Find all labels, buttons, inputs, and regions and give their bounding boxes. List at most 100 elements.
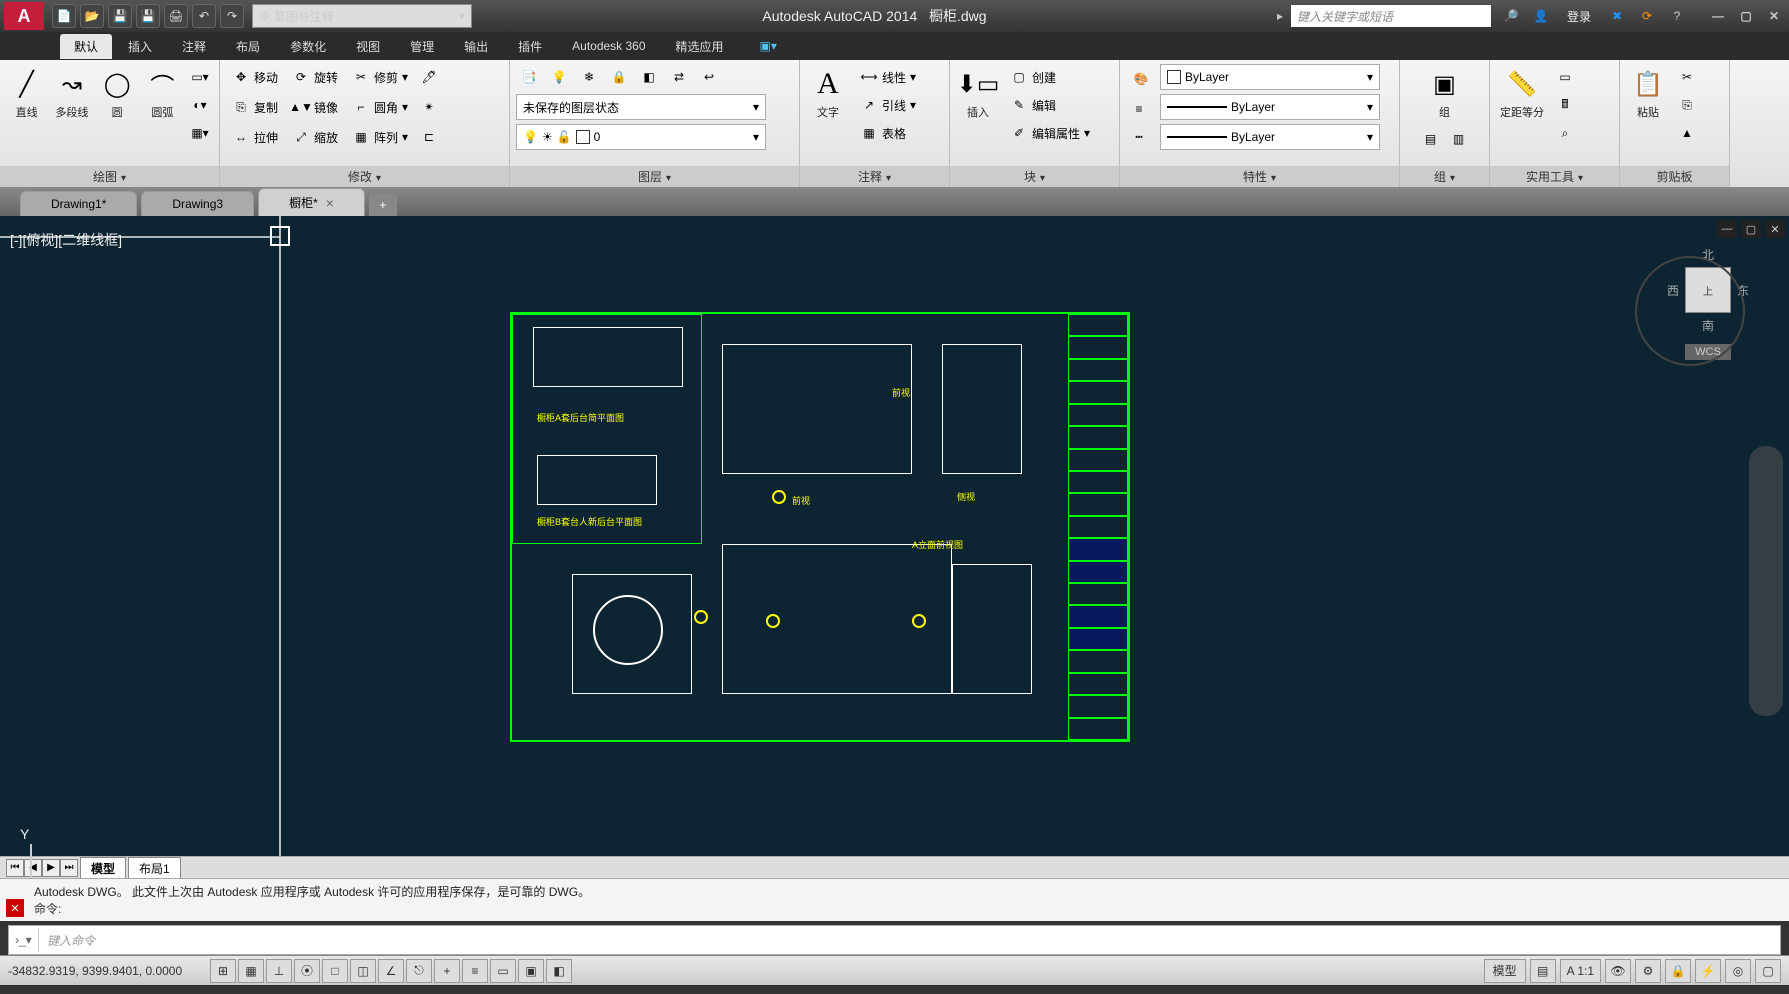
tab-layout[interactable]: 布局 bbox=[222, 34, 274, 59]
panel-title-utilities[interactable]: 实用工具▾ bbox=[1490, 166, 1619, 187]
model-space-button[interactable]: 模型 bbox=[1484, 959, 1526, 983]
arrow-right-icon[interactable]: ▸ bbox=[1277, 9, 1283, 23]
layout-tab-layout1[interactable]: 布局1 bbox=[128, 857, 181, 879]
clean-screen-icon[interactable]: ▢ bbox=[1755, 959, 1781, 983]
panel-title-block[interactable]: 块▾ bbox=[950, 166, 1119, 187]
array-button[interactable]: ▦阵列▾ bbox=[346, 124, 414, 150]
saveas-icon[interactable]: 💾 bbox=[136, 4, 160, 28]
isolate-icon[interactable]: ◎ bbox=[1725, 959, 1751, 983]
hatch-icon[interactable]: ▦▾ bbox=[187, 120, 213, 146]
tpy-icon[interactable]: ▭ bbox=[490, 959, 516, 983]
undo-icon[interactable]: ↶ bbox=[192, 4, 216, 28]
command-close-icon[interactable]: ✕ bbox=[6, 899, 24, 917]
qp-icon[interactable]: ▣ bbox=[518, 959, 544, 983]
tab-default[interactable]: 默认 bbox=[60, 34, 112, 59]
help-icon[interactable]: ? bbox=[1667, 6, 1687, 26]
panel-title-annotate[interactable]: 注释▾ bbox=[800, 166, 949, 187]
tab-output[interactable]: 输出 bbox=[450, 34, 502, 59]
layer-freeze-icon[interactable]: ❄ bbox=[576, 64, 602, 90]
viewport-min-icon[interactable]: — bbox=[1717, 220, 1737, 238]
current-layer-dropdown[interactable]: 💡☀🔓 0▾ bbox=[516, 124, 766, 150]
calc-icon[interactable]: 🖩 bbox=[1552, 92, 1578, 118]
erase-icon[interactable]: 🖊 bbox=[416, 64, 442, 90]
move-button[interactable]: ✥移动 bbox=[226, 64, 284, 90]
exchange-icon[interactable]: ✖ bbox=[1607, 6, 1627, 26]
snap-icon[interactable]: ⊞ bbox=[210, 959, 236, 983]
linetype-icon[interactable]: ┅ bbox=[1126, 124, 1152, 150]
command-input-icon[interactable]: ›_▾ bbox=[9, 928, 39, 952]
panel-title-properties[interactable]: 特性▾ bbox=[1120, 166, 1399, 187]
help-search-input[interactable]: 键入关键字或短语 bbox=[1291, 5, 1491, 27]
paste-button[interactable]: 📋粘贴 bbox=[1626, 64, 1670, 122]
tab-parametric[interactable]: 参数化 bbox=[276, 34, 340, 59]
create-block-button[interactable]: ▢创建 bbox=[1004, 64, 1096, 90]
minimize-icon[interactable]: — bbox=[1707, 6, 1729, 26]
close-tab-icon[interactable]: × bbox=[326, 195, 334, 211]
measure-button[interactable]: 📏定距等分 bbox=[1496, 64, 1548, 122]
edit-block-button[interactable]: ✎编辑 bbox=[1004, 92, 1096, 118]
lwt-icon[interactable]: ≡ bbox=[462, 959, 488, 983]
mirror-button[interactable]: ▲▼镜像 bbox=[286, 94, 344, 120]
group-edit-icon[interactable]: ▥ bbox=[1446, 126, 1472, 152]
line-button[interactable]: ╱直线 bbox=[6, 64, 47, 122]
sc-icon[interactable]: ◧ bbox=[546, 959, 572, 983]
layout-last-icon[interactable]: ⏭ bbox=[60, 859, 78, 877]
polyline-button[interactable]: ↝多段线 bbox=[51, 64, 92, 122]
redo-icon[interactable]: ↷ bbox=[220, 4, 244, 28]
color-dropdown[interactable]: ByLayer▾ bbox=[1160, 64, 1380, 90]
arc-button[interactable]: ⌒圆弧 bbox=[142, 64, 183, 122]
login-label[interactable]: 登录 bbox=[1567, 8, 1591, 25]
insert-block-button[interactable]: ⬇▭插入 bbox=[956, 64, 1000, 122]
navigation-bar[interactable] bbox=[1749, 446, 1783, 716]
ellipse-icon[interactable]: ◐▾ bbox=[187, 92, 213, 118]
layout-quick-icon[interactable]: ▤ bbox=[1530, 959, 1556, 983]
edit-attrs-button[interactable]: ✐编辑属性▾ bbox=[1004, 120, 1096, 146]
table-button[interactable]: ▦表格 bbox=[854, 120, 922, 146]
viewport-max-icon[interactable]: ▢ bbox=[1741, 220, 1761, 238]
linear-dim-button[interactable]: ⟷线性▾ bbox=[854, 64, 922, 90]
osnap-icon[interactable]: □ bbox=[322, 959, 348, 983]
play-icon[interactable]: ▣▾ bbox=[760, 39, 777, 53]
ucs-icon[interactable]: Y X bbox=[20, 826, 29, 842]
drawing-viewport[interactable]: [-][俯视][二维线框] — ▢ ✕ 橱柜A套后台简平面图 橱柜B套台人新后台… bbox=[0, 216, 1789, 856]
command-input[interactable]: ›_▾ 键入命令 bbox=[8, 925, 1781, 955]
layer-off-icon[interactable]: 💡 bbox=[546, 64, 572, 90]
tab-annotate[interactable]: 注释 bbox=[168, 34, 220, 59]
layer-lock-icon[interactable]: 🔒 bbox=[606, 64, 632, 90]
tab-a360[interactable]: Autodesk 360 bbox=[558, 35, 659, 57]
layout-tab-model[interactable]: 模型 bbox=[80, 857, 126, 879]
scale-button[interactable]: ⤢缩放 bbox=[286, 124, 344, 150]
ducs-icon[interactable]: ⎋ bbox=[406, 959, 432, 983]
explode-icon[interactable]: ✴ bbox=[416, 94, 442, 120]
layer-state-dropdown[interactable]: 未保存的图层状态▾ bbox=[516, 94, 766, 120]
lineweight-dropdown[interactable]: ByLayer▾ bbox=[1160, 94, 1380, 120]
rotate-button[interactable]: ⟳旋转 bbox=[286, 64, 344, 90]
leader-button[interactable]: ↗引线▾ bbox=[854, 92, 922, 118]
match-prop-icon[interactable]: 🎨 bbox=[1126, 64, 1156, 94]
trim-button[interactable]: ✂修剪▾ bbox=[346, 64, 414, 90]
file-tab-drawing3[interactable]: Drawing3 bbox=[141, 191, 254, 216]
ungroup-icon[interactable]: ▤ bbox=[1418, 126, 1444, 152]
group-button[interactable]: ▣组 bbox=[1423, 64, 1467, 122]
tab-view[interactable]: 视图 bbox=[342, 34, 394, 59]
tab-manage[interactable]: 管理 bbox=[396, 34, 448, 59]
layer-prev-icon[interactable]: ↩ bbox=[696, 64, 722, 90]
offset-icon[interactable]: ⊏ bbox=[416, 124, 442, 150]
maximize-icon[interactable]: ▢ bbox=[1735, 6, 1757, 26]
close-icon[interactable]: ✕ bbox=[1763, 6, 1785, 26]
lock-ui-icon[interactable]: 🔒 bbox=[1665, 959, 1691, 983]
linetype-dropdown[interactable]: ByLayer▾ bbox=[1160, 124, 1380, 150]
file-tab-drawing1[interactable]: Drawing1* bbox=[20, 191, 137, 216]
fillet-button[interactable]: ⌐圆角▾ bbox=[346, 94, 414, 120]
layout-prev-icon[interactable]: ◀ bbox=[24, 859, 42, 877]
layer-prop-icon[interactable]: 📑 bbox=[516, 64, 542, 90]
select-icon[interactable]: ▭ bbox=[1552, 64, 1578, 90]
tab-plugins[interactable]: 插件 bbox=[504, 34, 556, 59]
workspace-selector[interactable]: ⚙ 草图与注释 ▾ bbox=[252, 4, 472, 28]
tab-featured[interactable]: 精选应用 bbox=[662, 34, 738, 59]
copy-clip-icon[interactable]: ⎘ bbox=[1674, 92, 1700, 118]
panel-title-modify[interactable]: 修改▾ bbox=[220, 166, 509, 187]
tab-insert[interactable]: 插入 bbox=[114, 34, 166, 59]
rectangle-icon[interactable]: ▭▾ bbox=[187, 64, 213, 90]
user-icon[interactable]: 👤 bbox=[1531, 6, 1551, 26]
